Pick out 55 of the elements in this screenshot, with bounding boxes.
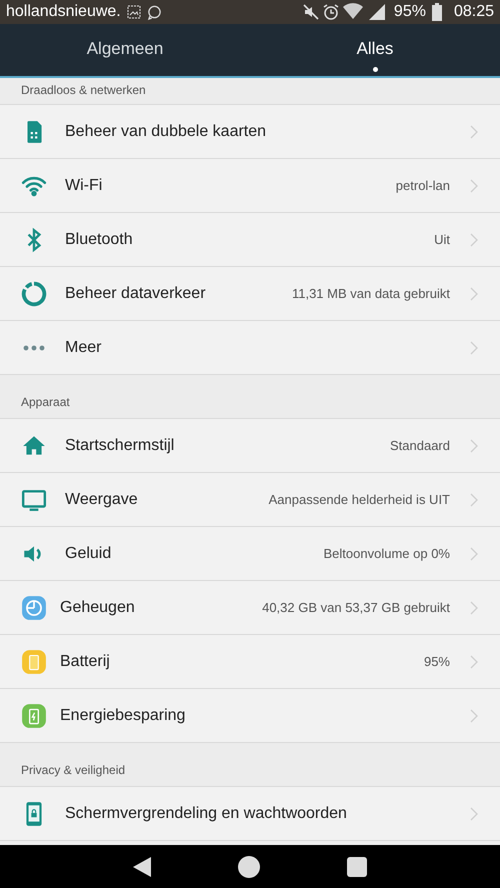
row-label: Energiebesparing xyxy=(60,706,186,726)
row-label: Bluetooth xyxy=(65,230,133,250)
section-header: Privacy & veiligheid xyxy=(21,763,126,777)
home-button-icon[interactable] xyxy=(236,854,261,878)
recents-icon[interactable] xyxy=(346,856,368,878)
tab[interactable]: Algemeen xyxy=(0,24,250,76)
wifi-signal-icon xyxy=(342,3,364,21)
mute-icon xyxy=(302,3,320,21)
row-label: Beheer van dubbele kaarten xyxy=(65,122,266,142)
row-value: Uit xyxy=(434,230,450,249)
chevron-icon xyxy=(470,178,478,192)
back-icon[interactable] xyxy=(132,856,152,878)
row-label: Geluid xyxy=(65,544,112,564)
chevron-icon xyxy=(470,546,478,560)
chevron-icon xyxy=(470,286,478,300)
row-label: Startschermstijl xyxy=(65,436,174,456)
row-label: Geheugen xyxy=(60,598,135,618)
row-label: Weergave xyxy=(65,490,138,510)
row-value: petrol-lan xyxy=(396,176,450,195)
chevron-icon xyxy=(470,492,478,506)
chevron-icon xyxy=(470,124,478,138)
battery-status-icon xyxy=(432,3,442,21)
chevron-icon xyxy=(470,600,478,614)
storage-icon xyxy=(21,594,47,620)
chevron-icon xyxy=(470,438,478,452)
cell-signal-icon xyxy=(368,3,386,21)
row-label: Wi-Fi xyxy=(65,176,102,196)
more-icon xyxy=(23,344,45,350)
row-value: Aanpassende helderheid is UIT xyxy=(268,490,450,509)
image-icon xyxy=(126,5,141,19)
chevron-icon xyxy=(470,654,478,668)
row-label: Meer xyxy=(65,338,102,358)
row-label: Schermvergrendeling en wachtwoorden xyxy=(65,804,347,824)
row-value: 11,31 MB van data gebruikt xyxy=(292,284,450,303)
chevron-icon xyxy=(470,232,478,246)
clock: 08:25 xyxy=(454,2,494,22)
section-header: Draadloos & netwerken xyxy=(21,83,146,97)
chevron-icon xyxy=(470,340,478,354)
row-label: Batterij xyxy=(60,652,110,672)
battery-saver-icon xyxy=(21,702,47,728)
carrier-name: hollandsnieuwe. xyxy=(6,2,121,22)
tab[interactable]: Alles xyxy=(250,24,500,76)
chat-icon xyxy=(146,4,162,20)
row-value: Standaard xyxy=(390,436,450,455)
section-header: Apparaat xyxy=(21,395,70,409)
row-value: 40,32 GB van 53,37 GB gebruikt xyxy=(262,598,450,617)
row-value: Beltoonvolume op 0% xyxy=(324,544,450,563)
ring-icon xyxy=(21,280,47,306)
battery-icon xyxy=(21,648,47,674)
chevron-icon xyxy=(470,708,478,722)
battery-percent: 95% xyxy=(394,2,426,22)
row-value: 95% xyxy=(424,652,450,671)
chevron-icon xyxy=(470,806,478,820)
row-label: Beheer dataverkeer xyxy=(65,284,206,304)
alarm-icon xyxy=(322,3,340,21)
